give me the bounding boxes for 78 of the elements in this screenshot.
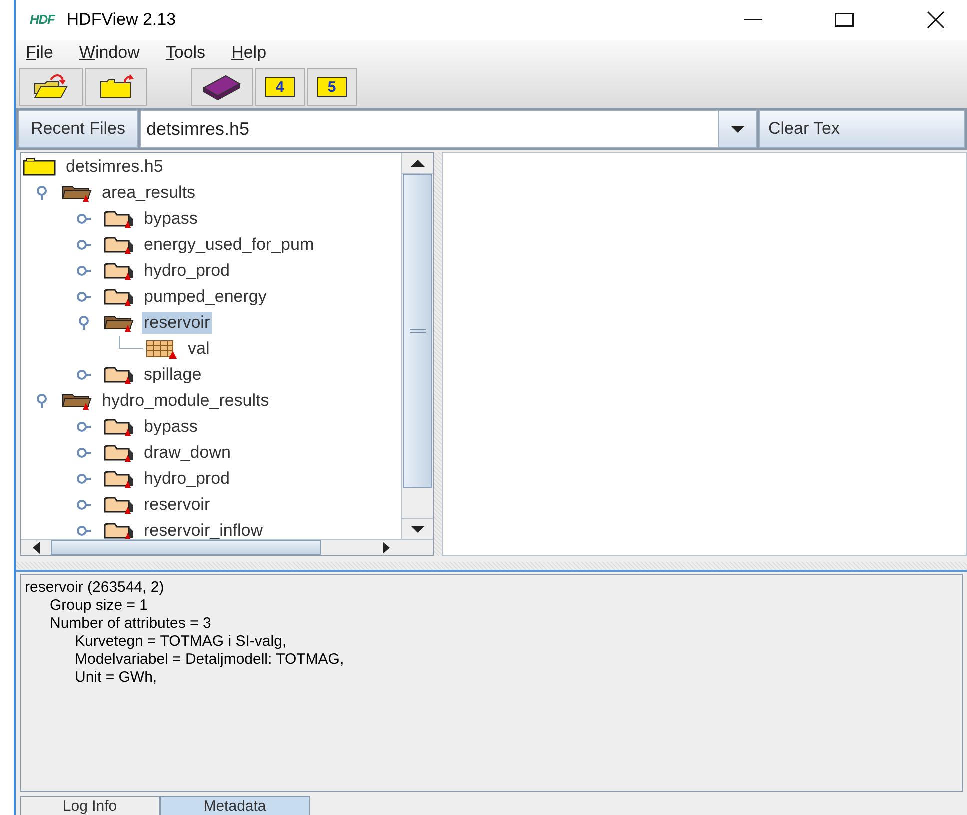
tree-item[interactable]: hydro_prod: [142, 468, 232, 490]
collapsed-handle-icon[interactable]: [77, 498, 91, 512]
window-title: HDFView 2.13: [66, 9, 176, 32]
tab[interactable]: Log Info: [20, 796, 160, 815]
folder-icon: [103, 235, 135, 255]
folder-icon: [103, 469, 135, 489]
toolbar-button[interactable]: [85, 68, 147, 106]
folder-icon: [103, 209, 135, 229]
tree-item[interactable]: area_results: [100, 182, 198, 204]
maximize-icon[interactable]: [835, 13, 854, 27]
folder-icon: [103, 261, 135, 281]
right-arrow-icon[interactable]: [382, 542, 390, 554]
up-arrow-icon[interactable]: [410, 160, 424, 166]
collapsed-handle-icon[interactable]: [77, 290, 91, 304]
dataset-icon: [145, 339, 179, 359]
tree-item[interactable]: hydro_module_results: [100, 390, 272, 412]
app-logo: HDF: [30, 11, 55, 30]
vertical-scrollbar[interactable]: [401, 153, 433, 539]
folder-icon: [103, 521, 135, 539]
folder-icon: [103, 417, 135, 437]
tree-item[interactable]: draw_down: [142, 442, 233, 464]
collapsed-handle-icon[interactable]: [77, 420, 91, 434]
collapsed-handle-icon[interactable]: [77, 264, 91, 278]
folder-icon: [103, 287, 135, 307]
file-icon: [23, 158, 57, 176]
collapsed-handle-icon[interactable]: [77, 472, 91, 486]
info-line: Kurvetegn = TOTMAG i SI-valg,: [74, 633, 288, 651]
tab[interactable]: Metadata: [160, 796, 310, 815]
info-line: reservoir (263544, 2): [25, 579, 166, 597]
tree-connector-line: [119, 336, 143, 349]
down-arrow-icon[interactable]: [410, 526, 424, 532]
folder-icon: [103, 443, 135, 463]
tree-item[interactable]: spillage: [142, 364, 204, 386]
clear-text-button[interactable]: Clear Tex: [759, 110, 965, 148]
collapsed-handle-icon[interactable]: [77, 524, 91, 538]
expanded-handle-icon[interactable]: [77, 316, 91, 330]
folder-icon: [103, 495, 135, 515]
menu-item[interactable]: Tools: [166, 40, 206, 66]
scroll-thumb[interactable]: [403, 174, 432, 488]
collapsed-handle-icon[interactable]: [77, 446, 91, 460]
info-line: Unit = GWh,: [74, 669, 158, 687]
info-line: Modelvariabel = Detaljmodell: TOTMAG,: [74, 651, 346, 669]
recent-files-button[interactable]: Recent Files: [18, 110, 138, 148]
left-arrow-icon[interactable]: [32, 542, 40, 554]
tree-item[interactable]: hydro_prod: [142, 260, 232, 282]
toolbar-button[interactable]: 5: [307, 68, 357, 106]
tree-item[interactable]: reservoir: [142, 312, 212, 334]
scroll-thumb[interactable]: [51, 540, 321, 555]
menu-item[interactable]: File: [26, 40, 54, 66]
tree-item[interactable]: val: [186, 338, 212, 360]
menu-item[interactable]: Help: [232, 40, 267, 66]
open-folder-icon: [33, 74, 69, 100]
collapsed-handle-icon[interactable]: [77, 368, 91, 382]
tree-item[interactable]: pumped_energy: [142, 286, 269, 308]
expanded-handle-icon[interactable]: [35, 186, 49, 200]
tree-item[interactable]: bypass: [142, 416, 200, 438]
tree-item[interactable]: reservoir: [142, 494, 212, 516]
numbered-folder-icon: 5: [317, 77, 347, 97]
collapsed-handle-icon[interactable]: [77, 212, 91, 226]
book-icon: [202, 74, 242, 100]
collapsed-handle-icon[interactable]: [77, 238, 91, 252]
caret-icon: [730, 126, 745, 132]
tree-item[interactable]: energy_used_for_pum: [142, 234, 316, 256]
numbered-folder-icon: 4: [265, 77, 295, 97]
toolbar-button[interactable]: 4: [255, 68, 305, 106]
tree-item[interactable]: bypass: [142, 208, 200, 230]
toolbar-button[interactable]: [19, 68, 83, 106]
minimize-icon[interactable]: [744, 19, 762, 21]
toolbar-button[interactable]: [191, 68, 253, 106]
info-line: Number of attributes = 3: [49, 615, 212, 633]
close-icon[interactable]: [927, 11, 945, 29]
folder-icon: [103, 365, 135, 385]
tree-item[interactable]: detsimres.h5: [64, 156, 166, 178]
menu-item[interactable]: Window: [79, 40, 140, 66]
file-combo-box[interactable]: detsimres.h5: [140, 110, 758, 148]
splitter[interactable]: [16, 562, 967, 572]
expanded-handle-icon[interactable]: [35, 394, 49, 408]
info-line: Group size = 1: [49, 597, 149, 615]
